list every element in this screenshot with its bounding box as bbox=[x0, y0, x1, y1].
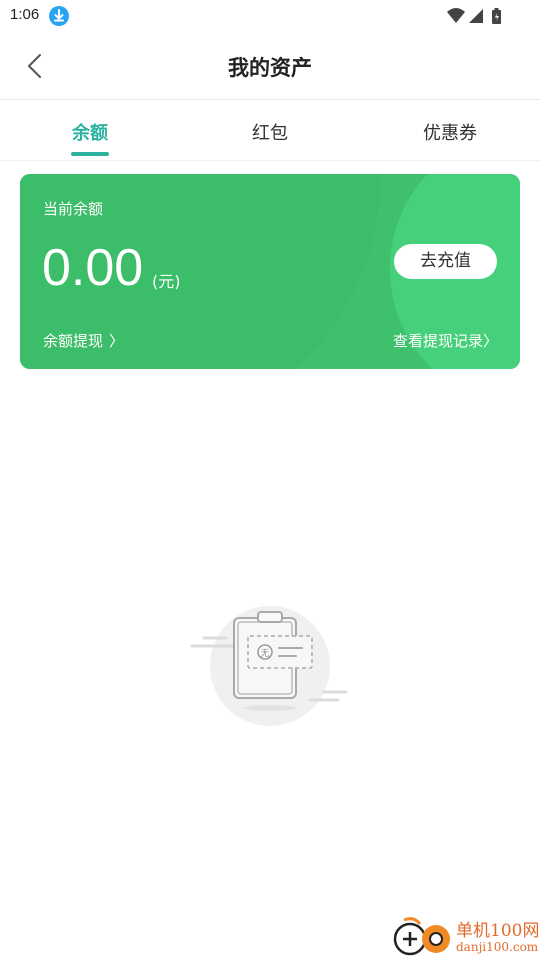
tab-label: 优惠券 bbox=[423, 123, 477, 144]
nav-bar: 我的资产 bbox=[0, 32, 540, 100]
empty-badge-text: 无 bbox=[260, 648, 269, 659]
download-badge-icon bbox=[49, 6, 69, 26]
chevron-right-icon: 〉 bbox=[482, 332, 498, 350]
tab-red-packet[interactable]: 红包 bbox=[180, 101, 360, 159]
page-title: 我的资产 bbox=[228, 56, 312, 80]
empty-state: 无 bbox=[190, 600, 350, 730]
tab-label: 余额 bbox=[72, 123, 108, 144]
tab-label: 红包 bbox=[252, 123, 288, 144]
wifi-icon bbox=[447, 8, 465, 23]
watermark-title: 单机100网 bbox=[456, 921, 540, 941]
tab-coupons[interactable]: 优惠券 bbox=[360, 101, 540, 159]
withdraw-link[interactable]: 余额提现〉 bbox=[43, 330, 124, 351]
recharge-button[interactable]: 去充值 bbox=[394, 244, 497, 279]
battery-icon bbox=[492, 8, 501, 24]
chevron-right-icon: 〉 bbox=[109, 332, 125, 350]
records-link-label: 查看提现记录 bbox=[392, 332, 483, 350]
watermark-url: danji100.com bbox=[456, 940, 539, 954]
balance-card: 当前余额 0.00 (元) 去充值 余额提现〉 查看提现记录〉 bbox=[20, 174, 520, 369]
status-time: 1:06 bbox=[10, 6, 40, 23]
balance-label: 当前余额 bbox=[43, 200, 104, 218]
balance-unit: (元) bbox=[152, 272, 181, 291]
empty-clipboard-icon: 无 bbox=[190, 606, 348, 726]
balance-amount: 0.00 bbox=[42, 239, 144, 297]
watermark: 单机100网 danji100.com bbox=[390, 914, 540, 960]
status-icons bbox=[447, 8, 501, 24]
signal-icon bbox=[469, 9, 483, 23]
withdraw-records-link[interactable]: 查看提现记录〉 bbox=[393, 330, 498, 351]
tab-balance[interactable]: 余额 bbox=[0, 101, 180, 159]
active-tab-indicator bbox=[71, 152, 109, 156]
status-bar: 1:06 bbox=[0, 0, 540, 32]
withdraw-link-label: 余额提现 bbox=[43, 332, 104, 350]
watermark-logo-icon bbox=[393, 917, 450, 956]
tab-bar: 余额 红包 优惠券 bbox=[0, 101, 540, 161]
